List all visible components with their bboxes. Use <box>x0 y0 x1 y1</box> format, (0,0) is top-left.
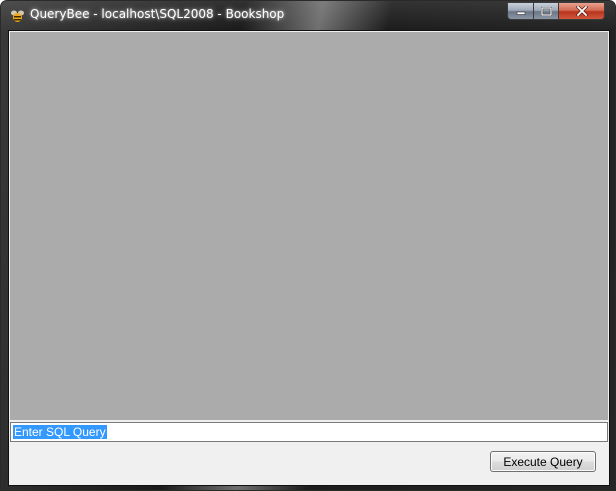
execute-query-label: Execute Query <box>503 454 583 469</box>
title-bar[interactable]: QueryBee - localhost\SQL2008 - Bookshop <box>1 1 615 29</box>
results-grid[interactable] <box>10 32 608 420</box>
sql-query-input[interactable]: Enter SQL Query <box>10 422 608 442</box>
maximize-icon <box>540 6 552 16</box>
close-icon <box>575 6 588 16</box>
bee-icon <box>10 8 25 22</box>
minimize-button[interactable] <box>507 2 534 20</box>
minimize-icon <box>516 11 525 15</box>
close-button[interactable] <box>558 2 605 20</box>
sql-query-text[interactable]: Enter SQL Query <box>13 425 107 439</box>
window-title: QueryBee - localhost\SQL2008 - Bookshop <box>30 7 285 21</box>
app-window: QueryBee - localhost\SQL2008 - Bookshop … <box>0 0 616 491</box>
client-area: Enter SQL Query Execute Query <box>8 30 610 486</box>
execute-query-button[interactable]: Execute Query <box>490 451 596 472</box>
maximize-button[interactable] <box>533 2 559 20</box>
